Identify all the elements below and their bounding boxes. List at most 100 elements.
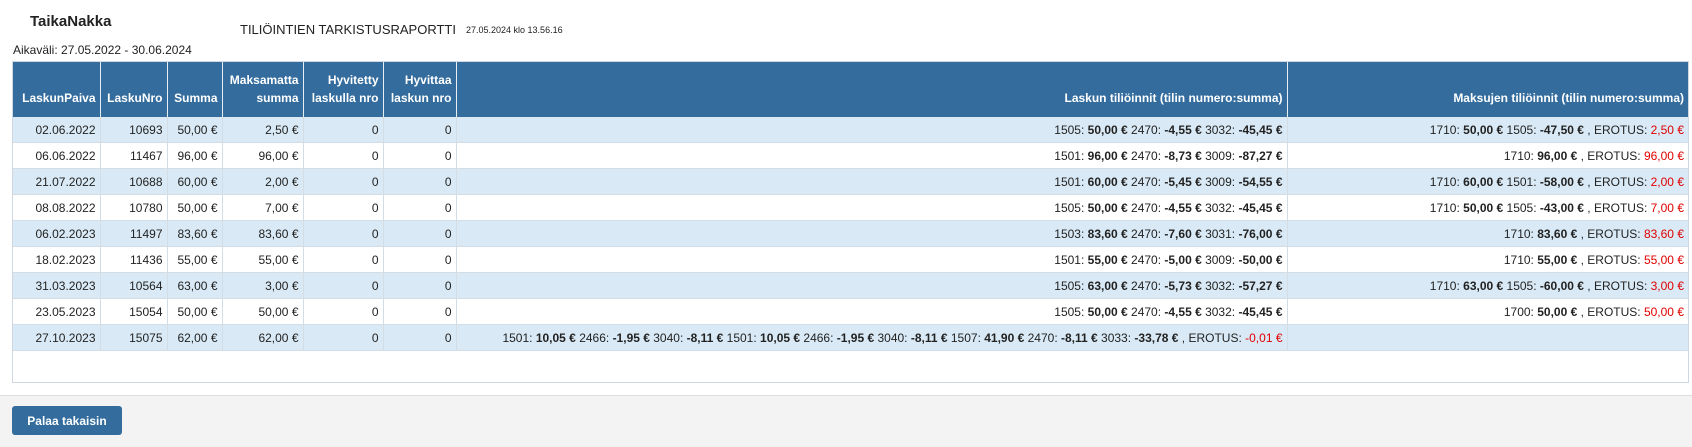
cell-maksujen-tilioinnit: 1710: 60,00 € 1501: -58,00 € , EROTUS: 2… [1287, 168, 1688, 195]
cell-hyvitetty: 0 [303, 194, 384, 221]
account-number: 1501: [1503, 174, 1540, 189]
account-amount: 83,60 € [1087, 226, 1128, 241]
cell-hyvitetty: 0 [303, 168, 384, 195]
cell-laskunro: 10780 [100, 194, 168, 221]
account-number: 1505: [1503, 278, 1540, 293]
cell-hyvittaa: 0 [383, 220, 457, 247]
cell-maksamatta: 2,50 € [222, 117, 304, 143]
account-number: 1505: [1054, 122, 1088, 137]
column-header-maksujen-tilioinnit[interactable]: Maksujen tiliöinnit (tilin numero:summa) [1287, 62, 1688, 117]
erotus-label: , EROTUS: [1583, 278, 1651, 293]
erotus-value: 83,60 € [1643, 226, 1684, 241]
cell-hyvitetty: 0 [303, 142, 384, 169]
account-amount: 10,05 € [535, 330, 576, 345]
erotus-value: 96,00 € [1643, 148, 1684, 163]
account-number: 1501: [1054, 252, 1088, 267]
account-number: 1710: [1429, 200, 1464, 215]
account-amount: -8,11 € [1061, 330, 1098, 345]
erotus-value: 2,00 € [1650, 174, 1684, 189]
account-amount: 50,00 € [1087, 200, 1128, 215]
cell-laskunpaiva: 21.07.2022 [13, 168, 101, 195]
table-row: 21.07.2022 10688 60,00 €2,00 €0 0 1501: 60,0… [13, 168, 1688, 195]
account-number: 3009: [1201, 252, 1239, 267]
account-amount: -45,45 € [1238, 304, 1283, 319]
account-number: 1505: [1054, 200, 1088, 215]
account-number: 2470: [1024, 330, 1061, 345]
cell-laskunro: 11436 [100, 246, 168, 273]
account-number: 2470: [1127, 122, 1165, 137]
account-number: 3032: [1201, 304, 1239, 319]
table-row: 18.02.2023 11436 55,00 €55,00 €0 0 1501: 55,… [13, 246, 1688, 273]
account-amount: 83,60 € [1537, 226, 1578, 241]
account-amount: 60,00 € [1463, 174, 1504, 189]
account-number: 1501: [1054, 174, 1088, 189]
cell-hyvittaa: 0 [383, 298, 457, 325]
account-number: 1503: [1054, 226, 1088, 241]
column-header-laskun-tilioinnit[interactable]: Laskun tiliöinnit (tilin numero:summa) [456, 62, 1288, 117]
cell-hyvitetty: 0 [303, 324, 384, 351]
account-number: 1710: [1503, 226, 1538, 241]
cell-laskun-tilioinnit: 1501: 60,00 € 2470: -5,45 € 3009: -54,55… [456, 168, 1288, 195]
account-number: 1501: [1054, 148, 1088, 163]
report-period: Aikaväli: 27.05.2022 - 30.06.2024 [13, 43, 192, 57]
cell-maksamatta: 96,00 € [222, 142, 304, 169]
account-amount: -8,11 € [910, 330, 948, 345]
account-amount: -5,00 € [1164, 252, 1202, 267]
column-header-maksamatta[interactable]: Maksamatta summa [222, 62, 304, 117]
account-number: 1505: [1503, 200, 1540, 215]
account-number: 3031: [1201, 226, 1239, 241]
company-name: TaikaNakka [30, 13, 112, 30]
cell-laskun-tilioinnit: 1505: 50,00 € 2470: -4,55 € 3032: -45,45… [456, 117, 1288, 143]
account-number: 1700: [1503, 304, 1538, 319]
account-amount: 50,00 € [1463, 122, 1504, 137]
account-number: 1710: [1429, 122, 1464, 137]
account-amount: 50,00 € [1463, 200, 1504, 215]
cell-maksujen-tilioinnit: 1710: 50,00 € 1505: -47,50 € , EROTUS: 2… [1287, 117, 1688, 143]
cell-summa: 60,00 € [167, 168, 223, 195]
account-number: 3033: [1097, 330, 1135, 345]
account-number: 3009: [1201, 148, 1239, 163]
cell-maksujen-tilioinnit [1287, 324, 1688, 351]
cell-laskunro: 10564 [100, 272, 168, 299]
erotus-value: 55,00 € [1643, 252, 1684, 267]
column-header-laskunro[interactable]: LaskuNro [100, 62, 168, 117]
column-header-laskunpaiva[interactable]: LaskunPaiva [13, 62, 101, 117]
account-amount: -1,95 € [612, 330, 650, 345]
column-header-summa[interactable]: Summa [167, 62, 223, 117]
cell-summa: 62,00 € [167, 324, 223, 351]
account-number: 1505: [1054, 304, 1088, 319]
report-page: TaikaNakka TILIÖINTIEN TARKISTUSRAPORTTI… [0, 0, 1692, 447]
account-amount: 96,00 € [1537, 148, 1578, 163]
cell-summa: 50,00 € [167, 194, 223, 221]
report-header: TaikaNakka TILIÖINTIEN TARKISTUSRAPORTTI… [0, 0, 1692, 62]
account-amount: 10,05 € [760, 330, 801, 345]
cell-maksamatta: 62,00 € [222, 324, 304, 351]
cell-maksujen-tilioinnit: 1700: 50,00 € , EROTUS: 50,00 € [1287, 298, 1688, 325]
table-row: 08.08.2022 10780 50,00 €7,00 €0 0 1505: 50,0… [13, 194, 1688, 221]
cell-laskun-tilioinnit: 1505: 50,00 € 2470: -4,55 € 3032: -45,45… [456, 194, 1288, 221]
cell-hyvittaa: 0 [383, 194, 457, 221]
account-amount: 63,00 € [1087, 278, 1128, 293]
account-number: 3040: [874, 330, 911, 345]
account-amount: -1,95 € [836, 330, 875, 345]
cell-laskunpaiva: 27.10.2023 [13, 324, 101, 351]
back-button[interactable]: Palaa takaisin [12, 406, 122, 435]
account-number: 1501: [502, 330, 536, 345]
cell-hyvitetty: 0 [303, 220, 384, 247]
cell-maksamatta: 50,00 € [222, 298, 304, 325]
account-number: 2470: [1127, 278, 1165, 293]
column-header-hyvittaa[interactable]: Hyvittaa laskun nro [383, 62, 457, 117]
cell-laskunpaiva: 18.02.2023 [13, 246, 101, 273]
account-amount: 96,00 € [1087, 148, 1128, 163]
account-amount: -47,50 € [1539, 122, 1584, 137]
column-header-hyvitetty[interactable]: Hyvitetty laskulla nro [303, 62, 384, 117]
erotus-value: 3,00 € [1650, 278, 1684, 293]
cell-summa: 63,00 € [167, 272, 223, 299]
account-number: 1505: [1054, 278, 1088, 293]
account-amount: 50,00 € [1087, 122, 1128, 137]
cell-laskunpaiva: 06.02.2023 [13, 220, 101, 247]
erotus-label: , EROTUS: [1178, 330, 1246, 345]
cell-hyvittaa: 0 [383, 142, 457, 169]
erotus-label: , EROTUS: [1577, 304, 1644, 319]
account-number: 1710: [1503, 148, 1538, 163]
